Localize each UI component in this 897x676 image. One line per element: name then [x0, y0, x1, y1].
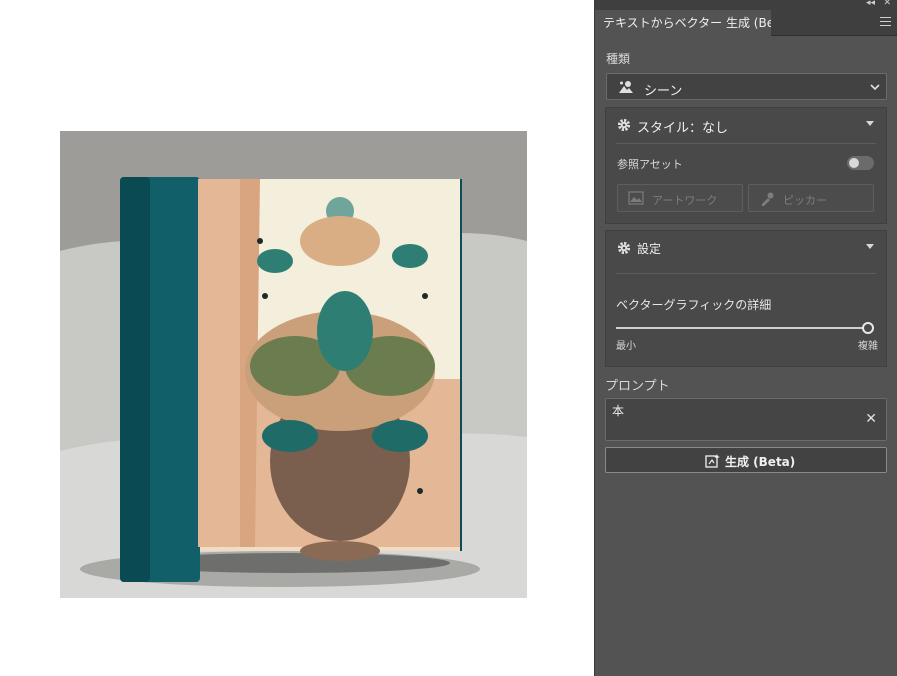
gear-icon — [617, 118, 631, 132]
chevron-down-icon — [870, 84, 880, 91]
reference-asset-label: 参照アセット — [617, 158, 683, 171]
divider — [616, 273, 876, 274]
type-dropdown[interactable]: シーン — [606, 73, 887, 100]
generate-button-label: 生成 (Beta) — [725, 455, 796, 469]
panel-menu-icon[interactable] — [880, 17, 891, 27]
tab-text-to-vector[interactable]: テキストからベクター 生成 (Beta) — [595, 10, 771, 36]
document-canvas[interactable] — [0, 0, 594, 676]
settings-section-title: 設定 — [637, 242, 662, 256]
artwork-button-label: アートワーク — [652, 194, 718, 207]
detail-slider-track[interactable] — [616, 327, 868, 329]
slider-min-label: 最小 — [616, 341, 636, 352]
text-to-vector-panel: ◂◂ ✕ テキストからベクター 生成 (Beta) 種類 シーン スタイル：なし — [594, 0, 897, 676]
slider-max-label: 複雑 — [858, 341, 878, 352]
image-icon — [628, 191, 644, 205]
style-section: スタイル：なし 参照アセット アートワーク ピッカー — [605, 107, 887, 224]
detail-slider-handle[interactable] — [862, 322, 874, 334]
divider — [616, 143, 876, 144]
type-label: 種類 — [606, 52, 631, 66]
eyedropper-icon — [762, 192, 774, 206]
generate-button[interactable]: 生成 (Beta) — [605, 447, 887, 473]
style-section-title: スタイル：なし — [637, 121, 729, 136]
generate-sparkle-icon — [705, 454, 720, 468]
vector-detail-label: ベクターグラフィックの詳細 — [616, 298, 772, 312]
panel-tabbar: テキストからベクター 生成 (Beta) — [595, 10, 897, 36]
style-section-header[interactable]: スタイル：なし — [606, 108, 886, 142]
panel-top-strip: ◂◂ ✕ — [595, 0, 897, 10]
picker-button[interactable]: ピッカー — [748, 184, 874, 212]
generated-artwork[interactable] — [60, 131, 527, 598]
expand-triangle-icon[interactable] — [866, 121, 874, 126]
clear-prompt-icon[interactable]: ✕ — [865, 411, 877, 427]
prompt-label: プロンプト — [605, 379, 670, 394]
expand-triangle-icon[interactable] — [866, 244, 874, 249]
settings-section: 設定 ベクターグラフィックの詳細 最小 複雑 — [605, 230, 887, 367]
artwork-button[interactable]: アートワーク — [617, 184, 743, 212]
collapse-icon[interactable]: ◂◂ — [866, 0, 875, 8]
type-dropdown-value: シーン — [644, 84, 683, 99]
prompt-input[interactable]: 本 ✕ — [605, 398, 887, 441]
scene-icon — [619, 81, 633, 93]
close-panel-icon[interactable]: ✕ — [883, 0, 891, 8]
settings-section-header[interactable]: 設定 — [606, 231, 886, 265]
prompt-input-value: 本 — [612, 404, 625, 418]
picker-button-label: ピッカー — [783, 194, 827, 207]
gear-icon — [617, 241, 631, 255]
reference-asset-toggle[interactable] — [847, 156, 874, 170]
